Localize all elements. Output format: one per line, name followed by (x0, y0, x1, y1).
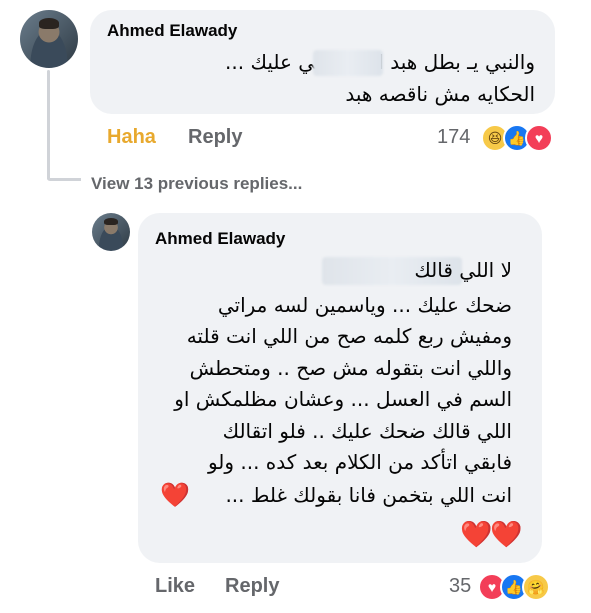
haha-face-icon: 😆 (487, 130, 503, 146)
heart-icon: ♥ (487, 579, 497, 595)
thread-line (47, 70, 50, 180)
reply-line: انت اللي بتخمن فانا بقولك غلط ... (225, 483, 512, 507)
reply-line: فابقي اتأكد من الكلام بعد كده ... ولو (207, 450, 512, 474)
avatar[interactable] (92, 213, 130, 251)
view-previous-replies[interactable]: View 13 previous replies... (91, 174, 302, 194)
reply-author[interactable]: Ahmed Elawady (155, 229, 285, 249)
reply-line: لا اللي قالك (414, 258, 512, 282)
care-face-icon: 🤗 (527, 579, 545, 595)
reaction-count[interactable]: 174 (437, 126, 470, 149)
avatar[interactable] (20, 10, 78, 68)
reaction-count[interactable]: 35 (449, 575, 471, 598)
heart-icon: ♥ (534, 130, 544, 146)
comment-bubble: Ahmed Elawady والنبي يـ بطل هبد الله يرض… (90, 10, 555, 114)
haha-button[interactable]: Haha (107, 126, 156, 149)
avatar-hair (38, 18, 60, 29)
thumbs-up-icon: 👍 (505, 579, 523, 595)
reply-line: ضحك عليك ... وياسمين لسه مراتي (217, 293, 512, 317)
comment-author[interactable]: Ahmed Elawady (107, 21, 237, 41)
reply-line: واللي انت بتقوله مش صح .. ومتحطش (189, 356, 512, 380)
thread-line-branch (47, 178, 81, 181)
hearts-emoji: ❤️❤️ (460, 519, 523, 549)
avatar-hair (104, 218, 118, 226)
reply-button[interactable]: Reply (188, 126, 242, 149)
comment-line: الحكايه مش ناقصه هبد (345, 82, 535, 106)
reply-bubble: Ahmed Elawady لا اللي قالك ضحك عليك ... … (138, 213, 542, 563)
reply-line: ومفيش ربع كلمه صح من اللي انت قلته (186, 324, 512, 348)
love-icon: ♥ (525, 124, 553, 152)
heart-emoji: ❤️ (160, 482, 190, 509)
care-icon: 🤗 (522, 573, 550, 601)
thumbs-up-icon: 👍 (508, 130, 526, 146)
like-button[interactable]: Like (155, 575, 195, 598)
reply-line: اللي قالك ضحك عليك .. فلو اتقالك (222, 419, 512, 443)
reply-line: السم في العسل ... وعشان مظلمكش او (174, 387, 512, 411)
reply-button[interactable]: Reply (225, 575, 279, 598)
redacted-name (313, 50, 383, 76)
